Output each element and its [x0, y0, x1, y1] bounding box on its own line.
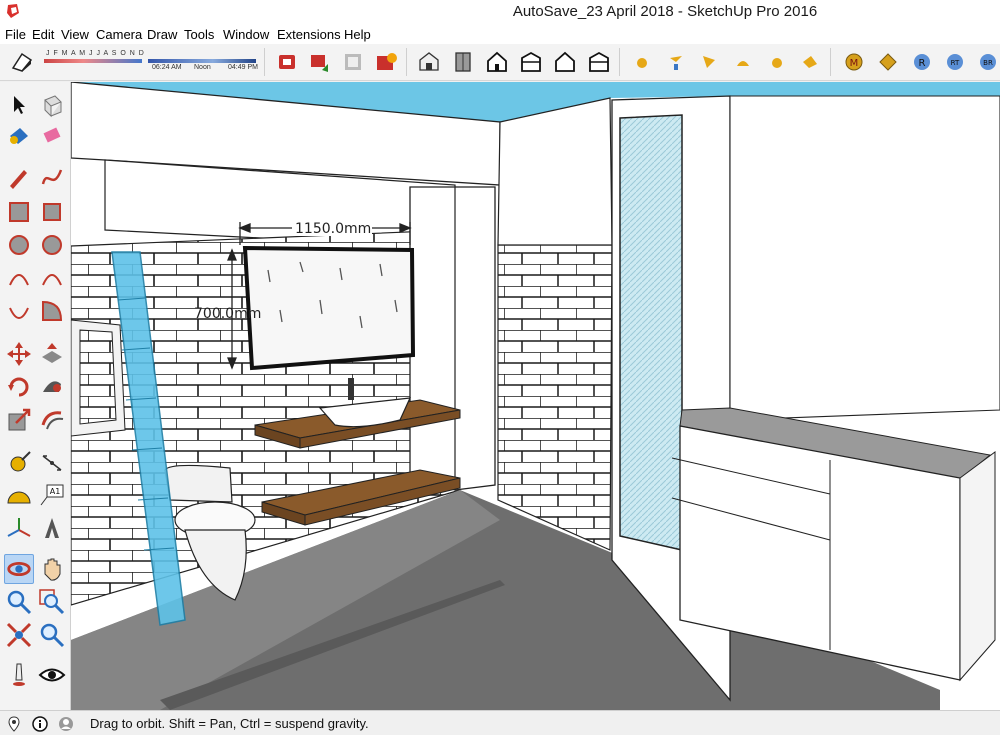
- two-point-arc-icon[interactable]: [37, 263, 67, 293]
- 3d-text-icon[interactable]: [37, 514, 67, 544]
- geo-location-icon[interactable]: [6, 716, 22, 732]
- svg-text:A1: A1: [50, 487, 61, 496]
- styles-icon[interactable]: [10, 50, 34, 74]
- br-plugin-icon[interactable]: BR: [976, 50, 1000, 74]
- extension-manager-icon[interactable]: [374, 50, 398, 74]
- position-camera-icon[interactable]: [4, 660, 34, 690]
- menu-help[interactable]: Help: [344, 27, 371, 42]
- rotate-icon[interactable]: [4, 372, 34, 402]
- rt-plugin-icon[interactable]: RT: [943, 50, 967, 74]
- bathroom-model-scene[interactable]: 1150.0mm 700.0mm: [71, 82, 1000, 710]
- sandbox-smoove-icon[interactable]: [697, 50, 721, 74]
- offset-icon[interactable]: [37, 405, 67, 435]
- 3d-warehouse-icon[interactable]: [275, 50, 299, 74]
- title-bar: AutoSave_23 April 2018 - SketchUp Pro 20…: [0, 0, 1000, 24]
- svg-text:RT: RT: [951, 59, 960, 67]
- tag-plugin-icon[interactable]: [876, 50, 900, 74]
- polygon-icon[interactable]: [37, 230, 67, 260]
- info-icon[interactable]: [32, 716, 48, 732]
- shadow-time-start: 06:24 AM: [152, 64, 182, 71]
- menu-camera[interactable]: Camera: [96, 27, 142, 42]
- three-point-arc-icon[interactable]: [4, 296, 34, 326]
- status-bar: Drag to orbit. Shift = Pan, Ctrl = suspe…: [0, 710, 1000, 735]
- shadow-time-slider[interactable]: [148, 59, 256, 63]
- circle-icon[interactable]: [4, 230, 34, 260]
- shadow-date-slider[interactable]: [44, 59, 142, 63]
- look-around-eye-icon[interactable]: [37, 660, 67, 690]
- shadow-time-end: 04:49 PM: [228, 64, 258, 71]
- right-view-icon[interactable]: [519, 50, 543, 74]
- extension-warehouse-icon[interactable]: [341, 50, 365, 74]
- model-viewport[interactable]: 1150.0mm 700.0mm: [71, 82, 1000, 710]
- eraser-icon[interactable]: [37, 122, 67, 152]
- menu-draw[interactable]: Draw: [147, 27, 177, 42]
- menu-bar: File Edit View Camera Draw Tools Window …: [0, 24, 1000, 44]
- left-view-icon[interactable]: [587, 50, 611, 74]
- axes-icon[interactable]: [4, 514, 34, 544]
- push-pull-icon[interactable]: [37, 339, 67, 369]
- sandbox-icon[interactable]: [630, 50, 654, 74]
- pan-hand-icon[interactable]: [37, 554, 67, 584]
- pie-icon[interactable]: [37, 296, 67, 326]
- make-component-icon[interactable]: [37, 90, 67, 120]
- r-plugin-icon[interactable]: R: [910, 50, 934, 74]
- shadow-months-label: J F M A M J J A S O N D: [46, 50, 145, 57]
- zoom-window-icon[interactable]: [37, 587, 67, 617]
- dimension-height-label: 700.0mm: [194, 306, 261, 322]
- menu-window[interactable]: Window: [223, 27, 269, 42]
- m-plugin-icon[interactable]: M: [842, 50, 866, 74]
- toolbar-separator: [406, 48, 407, 76]
- main-toolbar: J F M A M J J A S O N D 06:24 AM Noon 04…: [0, 44, 1000, 81]
- shadow-time-noon: Noon: [194, 64, 211, 71]
- sandbox-from-contours-icon[interactable]: [664, 50, 688, 74]
- select-arrow-icon[interactable]: [4, 90, 34, 120]
- move-icon[interactable]: [4, 339, 34, 369]
- status-message: Drag to orbit. Shift = Pan, Ctrl = suspe…: [90, 716, 369, 731]
- menu-file[interactable]: File: [5, 27, 26, 42]
- front-view-icon[interactable]: [485, 50, 509, 74]
- freehand-icon[interactable]: [37, 162, 67, 192]
- dimension-icon[interactable]: [37, 448, 67, 478]
- top-view-icon[interactable]: [451, 50, 475, 74]
- sandbox-stamp-icon[interactable]: [731, 50, 755, 74]
- menu-edit[interactable]: Edit: [32, 27, 54, 42]
- orbit-icon[interactable]: [4, 554, 34, 584]
- protractor-icon[interactable]: [4, 481, 34, 511]
- text-icon[interactable]: A1: [37, 481, 67, 511]
- paint-bucket-icon[interactable]: [4, 122, 34, 152]
- tape-measure-icon[interactable]: [4, 448, 34, 478]
- back-view-icon[interactable]: [553, 50, 577, 74]
- sandbox-add-detail-icon[interactable]: [798, 50, 822, 74]
- toolbar-separator: [264, 48, 265, 76]
- toolbar-separator: [830, 48, 831, 76]
- line-pencil-icon[interactable]: [4, 162, 34, 192]
- menu-tools[interactable]: Tools: [184, 27, 214, 42]
- svg-text:BR: BR: [983, 59, 993, 67]
- sandbox-drape-icon[interactable]: [765, 50, 789, 74]
- dimension-width-label: 1150.0mm: [295, 221, 371, 237]
- rectangle-icon[interactable]: [4, 197, 34, 227]
- menu-extensions[interactable]: Extensions: [277, 27, 341, 42]
- window-title: AutoSave_23 April 2018 - SketchUp Pro 20…: [512, 3, 818, 20]
- arc-icon[interactable]: [4, 263, 34, 293]
- zoom-icon[interactable]: [4, 587, 34, 617]
- svg-text:M: M: [850, 58, 859, 69]
- toolbar-separator: [619, 48, 620, 76]
- share-model-icon[interactable]: [308, 50, 332, 74]
- shadow-settings-panel[interactable]: J F M A M J J A S O N D 06:24 AM Noon 04…: [42, 50, 260, 76]
- svg-text:R: R: [919, 58, 926, 69]
- user-account-icon[interactable]: [58, 716, 74, 732]
- follow-me-icon[interactable]: [37, 372, 67, 402]
- rotated-rectangle-icon[interactable]: [37, 197, 67, 227]
- menu-view[interactable]: View: [61, 27, 89, 42]
- scale-icon[interactable]: [4, 405, 34, 435]
- previous-view-icon[interactable]: [37, 620, 67, 650]
- zoom-extents-icon[interactable]: [4, 620, 34, 650]
- tool-palette: A1: [0, 82, 71, 710]
- iso-view-icon[interactable]: [417, 50, 441, 74]
